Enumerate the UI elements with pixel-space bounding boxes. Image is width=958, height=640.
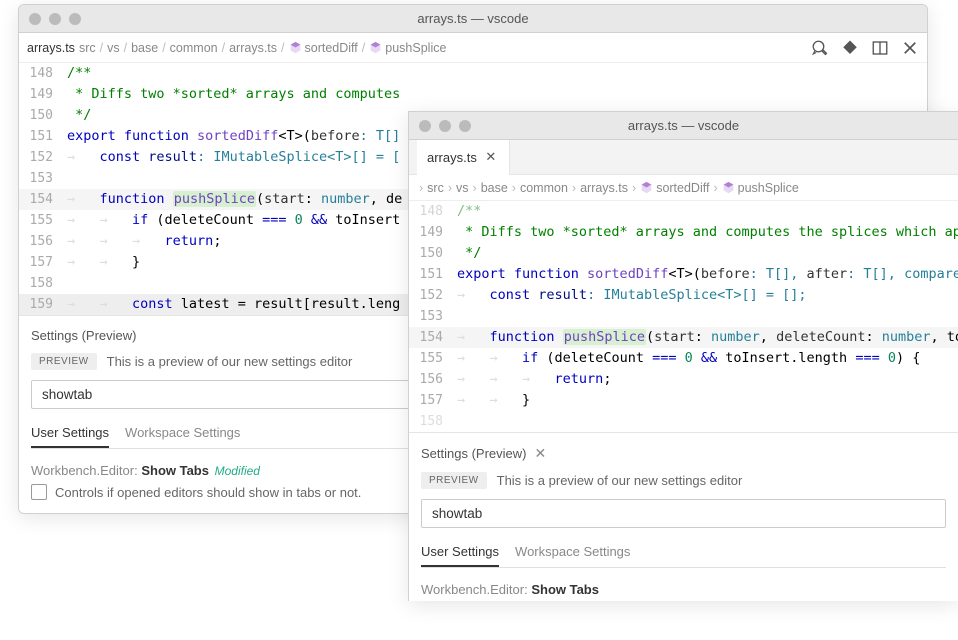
method-icon [640,181,653,194]
breadcrumb[interactable]: › src› vs› base› common› arrays.ts› sort… [409,175,958,201]
breadcrumb-seg[interactable]: src [427,181,444,195]
close-dot[interactable] [419,120,431,132]
setting-key-name: Show Tabs [531,582,599,597]
settings-title: Settings (Preview) [421,446,526,461]
line-number: 150 [409,243,457,264]
line-number: 158 [409,411,457,432]
setting-item: Workbench.Editor: Show Tabs Controls if … [421,582,946,601]
breadcrumb-symbol[interactable]: sortedDiff [640,181,709,195]
split-editor-icon[interactable] [871,39,889,57]
setting-checkbox[interactable] [31,484,47,500]
line-number: 151 [409,264,457,285]
breadcrumb-seg[interactable]: vs [107,41,120,55]
breadcrumb-seg[interactable]: common [520,181,568,195]
close-icon[interactable] [901,39,919,57]
code-editor[interactable]: 148/** 149 * Diffs two *sorted* arrays a… [409,201,958,432]
line-number: 154 [409,327,457,348]
titlebar[interactable]: arrays.ts — vscode [19,5,927,33]
preview-desc: This is a preview of our new settings ed… [107,354,353,369]
line-number: 152 [19,147,67,168]
line-number: 148 [409,201,457,222]
line-number: 148 [19,63,67,84]
tab-workspace-settings[interactable]: Workspace Settings [515,538,630,567]
settings-search-input[interactable] [421,499,946,528]
line-number: 156 [409,369,457,390]
tab-workspace-settings[interactable]: Workspace Settings [125,419,240,448]
line-number: 159 [19,294,67,315]
tab-label: arrays.ts [427,150,477,165]
line-number: 153 [409,306,457,327]
breadcrumb-symbol[interactable]: sortedDiff [289,41,358,55]
breadcrumb[interactable]: arrays.ts src/ vs/ base/ common/ arrays.… [27,35,446,61]
window-with-tabs: arrays.ts — vscode arrays.ts ✕ › src› vs… [408,111,958,601]
breadcrumb-symbol[interactable]: pushSplice [722,181,799,195]
breadcrumb-seg[interactable]: common [170,41,218,55]
settings-panel: Settings (Preview) ✕ PREVIEW This is a p… [409,432,958,601]
line-number: 149 [409,222,457,243]
method-icon [722,181,735,194]
preview-desc: This is a preview of our new settings ed… [497,473,743,488]
method-icon [369,41,382,54]
modified-badge: Modified [215,464,260,478]
line-number: 158 [19,273,67,294]
tab-user-settings[interactable]: User Settings [31,419,109,448]
zoom-dot[interactable] [69,13,81,25]
breadcrumb-file[interactable]: arrays.ts [27,41,75,55]
window-title: arrays.ts — vscode [409,118,958,133]
line-number: 153 [19,168,67,189]
breadcrumb-seg[interactable]: base [131,41,158,55]
line-number: 154 [19,189,67,210]
setting-key-prefix: Workbench.Editor: [421,582,528,597]
zoom-dot[interactable] [459,120,471,132]
line-number: 150 [19,105,67,126]
breadcrumb-seg[interactable]: src [79,41,96,55]
method-icon [289,41,302,54]
line-number: 151 [19,126,67,147]
setting-description: Controls if opened editors should show i… [55,485,361,500]
traffic-lights[interactable] [419,120,471,132]
breadcrumb-seg[interactable]: arrays.ts [580,181,628,195]
titlebar[interactable]: arrays.ts — vscode [409,112,958,140]
settings-close-icon[interactable]: ✕ [534,445,546,462]
preview-badge: PREVIEW [421,472,487,489]
breadcrumb-seg[interactable]: vs [456,181,469,195]
tab-close-icon[interactable]: ✕ [483,149,499,165]
setting-key-prefix: Workbench.Editor: [31,463,138,478]
minimize-dot[interactable] [439,120,451,132]
window-title: arrays.ts — vscode [19,11,927,26]
line-number: 156 [19,231,67,252]
source-control-icon[interactable] [841,39,859,57]
find-history-icon[interactable] [811,39,829,57]
line-number: 155 [409,348,457,369]
editor-header-no-tabs: arrays.ts src/ vs/ base/ common/ arrays.… [19,33,927,63]
line-number: 149 [19,84,67,105]
editor-actions [811,39,919,57]
line-number: 152 [409,285,457,306]
breadcrumb-seg[interactable]: arrays.ts [229,41,277,55]
breadcrumb-seg[interactable]: base [481,181,508,195]
setting-key-name: Show Tabs [141,463,209,478]
settings-tabs: User Settings Workspace Settings [421,538,946,568]
traffic-lights[interactable] [29,13,81,25]
line-number: 157 [19,252,67,273]
editor-tab[interactable]: arrays.ts ✕ [417,140,510,175]
line-number: 155 [19,210,67,231]
tab-bar[interactable]: arrays.ts ✕ [409,140,958,175]
minimize-dot[interactable] [49,13,61,25]
close-dot[interactable] [29,13,41,25]
preview-badge: PREVIEW [31,353,97,370]
breadcrumb-symbol[interactable]: pushSplice [369,41,446,55]
tab-user-settings[interactable]: User Settings [421,538,499,567]
line-number: 157 [409,390,457,411]
